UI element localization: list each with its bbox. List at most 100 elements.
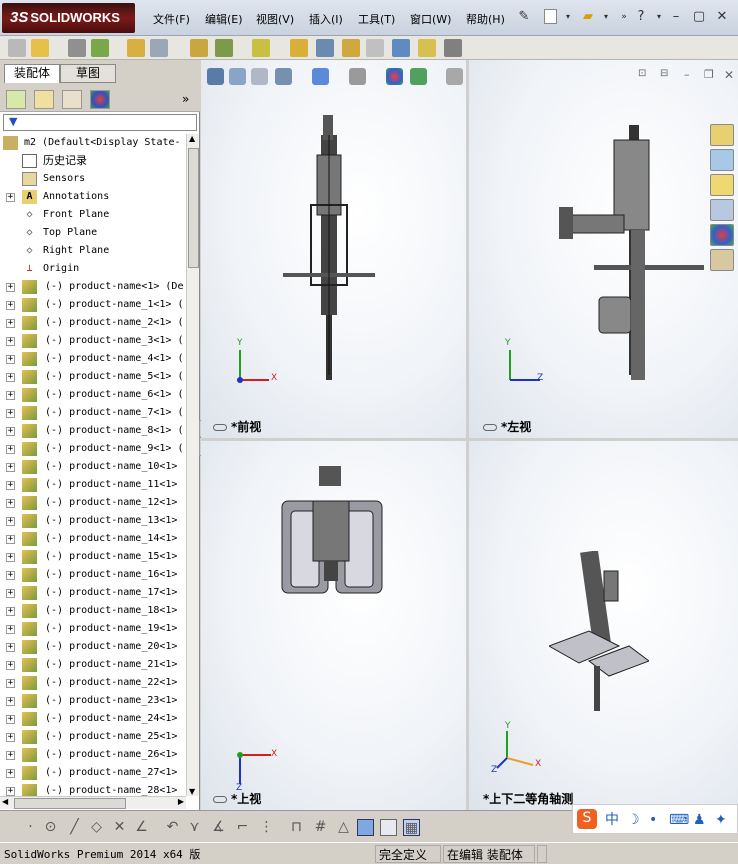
tree-item-component[interactable]: + (-) product-name_12<1>: [0, 494, 186, 512]
tree-vertical-scrollbar[interactable]: ▲ ▼: [186, 134, 199, 796]
section-view-icon[interactable]: [275, 68, 292, 85]
ime-mode[interactable]: 中: [605, 811, 619, 829]
expand-icon[interactable]: +: [6, 535, 15, 544]
expand-icon[interactable]: +: [6, 625, 15, 634]
appearances-icon[interactable]: [710, 224, 734, 246]
tree-item-sensors[interactable]: Sensors: [0, 170, 186, 188]
scroll-down-icon[interactable]: ▼: [189, 787, 195, 796]
filter-icon[interactable]: ▼: [9, 115, 17, 128]
point-icon[interactable]: ·: [22, 819, 39, 836]
assembly-features-icon[interactable]: [215, 39, 233, 57]
help-icon[interactable]: ?: [633, 9, 649, 25]
tree-item-component[interactable]: + (-) product-name_10<1>: [0, 458, 186, 476]
tree-item-component[interactable]: + (-) product-name_24<1>: [0, 710, 186, 728]
tree-item-component[interactable]: + (-) product-name_19<1>: [0, 620, 186, 638]
expand-icon[interactable]: +: [6, 427, 15, 436]
tree-item-component[interactable]: + (-) product-name_7<1> (: [0, 404, 186, 422]
menu-insert[interactable]: 插入(I): [309, 11, 343, 27]
tree-filter[interactable]: ▼: [3, 114, 197, 131]
four-view-icon[interactable]: ▦: [403, 819, 420, 836]
tree-item-annotations[interactable]: + A Annotations: [0, 188, 186, 206]
tree-item-component[interactable]: + (-) product-name_14<1>: [0, 530, 186, 548]
angle-icon[interactable]: ∠: [133, 819, 150, 836]
offset-icon[interactable]: ⋮: [258, 819, 275, 836]
tree-item-component[interactable]: + (-) product-name_25<1>: [0, 728, 186, 746]
expand-icon[interactable]: +: [6, 283, 15, 292]
tree-horizontal-scrollbar[interactable]: ◀ ▶: [0, 796, 186, 809]
instant3d-icon[interactable]: [444, 39, 462, 57]
line-icon[interactable]: ╱: [66, 819, 83, 836]
expand-icon[interactable]: +: [6, 553, 15, 562]
tree-item-component[interactable]: + (-) product-name_2<1> (: [0, 314, 186, 332]
tree-item-origin[interactable]: ⊥ Origin: [0, 260, 186, 278]
tree-item-component[interactable]: + (-) product-name_21<1>: [0, 656, 186, 674]
show-hidden-icon[interactable]: [190, 39, 208, 57]
menu-edit[interactable]: 编辑(E): [205, 11, 243, 27]
expand-icon[interactable]: +: [6, 355, 15, 364]
scroll-thumb[interactable]: [14, 798, 126, 809]
tree-item-front-plane[interactable]: ◇ Front Plane: [0, 206, 186, 224]
solidworks-logo[interactable]: 3S SOLIDWORKS: [2, 3, 135, 33]
expand-tabs-icon[interactable]: »: [182, 92, 189, 106]
viewport-isometric[interactable]: Y X Z *上下二等角轴测: [469, 441, 738, 810]
tree-item-component[interactable]: + (-) product-name_23<1>: [0, 692, 186, 710]
display-manager-icon[interactable]: [90, 90, 110, 109]
bill-of-materials-icon[interactable]: [316, 39, 334, 57]
expand-icon[interactable]: +: [6, 337, 15, 346]
expand-icon[interactable]: +: [6, 373, 15, 382]
tree-item-component[interactable]: + (-) product-name_17<1>: [0, 584, 186, 602]
new-document-icon[interactable]: [544, 9, 557, 24]
smart-fasteners-icon[interactable]: [127, 39, 145, 57]
expand-icon[interactable]: +: [6, 445, 15, 454]
menu-file[interactable]: 文件(F): [153, 11, 190, 27]
open-dropdown-icon[interactable]: ▾: [598, 9, 614, 25]
custom-properties-icon[interactable]: [710, 249, 734, 271]
tools-icon[interactable]: ✦: [715, 811, 727, 829]
expand-icon[interactable]: +: [6, 409, 15, 418]
expand-icon[interactable]: +: [6, 643, 15, 652]
expand-icon[interactable]: +: [6, 733, 15, 742]
expand-icon[interactable]: +: [6, 769, 15, 778]
tree-item-component[interactable]: + (-) product-name_28<1>: [0, 782, 186, 796]
menu-help[interactable]: 帮助(H): [466, 11, 505, 27]
user-icon[interactable]: ♟: [693, 811, 706, 829]
scroll-up-icon[interactable]: ▲: [189, 134, 195, 143]
tab-assembly[interactable]: 装配体: [4, 64, 60, 83]
pin-icon[interactable]: ✎: [516, 9, 532, 25]
tree-item-history[interactable]: 历史记录: [0, 152, 186, 170]
zoom-area-icon[interactable]: [229, 68, 246, 85]
edit-appearance-icon[interactable]: [386, 68, 403, 85]
tree-item-right-plane[interactable]: ◇ Right Plane: [0, 242, 186, 260]
sogou-logo-icon[interactable]: S: [577, 809, 597, 829]
scroll-right-icon[interactable]: ▶: [178, 797, 184, 806]
scroll-thumb[interactable]: [188, 148, 199, 268]
new-motion-study-icon[interactable]: [290, 39, 308, 57]
minimize-icon[interactable]: –: [668, 9, 684, 25]
scroll-left-icon[interactable]: ◀: [2, 797, 8, 806]
viewport-left[interactable]: ⊡ ⊟ – ❐ ✕ Y Z *左视: [469, 60, 738, 438]
feature-manager-icon[interactable]: [6, 90, 26, 109]
expand-icon[interactable]: +: [6, 391, 15, 400]
tree-item-component[interactable]: + (-) product-name_3<1> (: [0, 332, 186, 350]
tree-item-top-plane[interactable]: ◇ Top Plane: [0, 224, 186, 242]
tree-item-component[interactable]: + (-) product-name_18<1>: [0, 602, 186, 620]
previous-view-icon[interactable]: [251, 68, 268, 85]
expand-icon[interactable]: +: [6, 787, 15, 796]
tree-item-component[interactable]: + (-) product-name_22<1>: [0, 674, 186, 692]
configuration-manager-icon[interactable]: [62, 90, 82, 109]
view-palette-icon[interactable]: [710, 199, 734, 221]
viewport-minimize-icon[interactable]: –: [684, 68, 690, 81]
tree-item-component[interactable]: + (-) product-name_13<1>: [0, 512, 186, 530]
move-component-icon[interactable]: [150, 39, 168, 57]
expand-icon[interactable]: +: [6, 679, 15, 688]
paperclip-icon[interactable]: [68, 39, 86, 57]
menu-tools[interactable]: 工具(T): [358, 11, 395, 27]
new-dropdown-icon[interactable]: ▾: [560, 9, 576, 25]
toolbar-more-icon[interactable]: »: [616, 9, 632, 25]
view-orientation-icon[interactable]: [312, 68, 329, 85]
expand-icon[interactable]: +: [6, 481, 15, 490]
linear-pattern-icon[interactable]: [91, 39, 109, 57]
expand-icon[interactable]: +: [6, 589, 15, 598]
shaded-view-icon[interactable]: [357, 819, 374, 836]
polygon-icon[interactable]: ◇: [88, 819, 105, 836]
